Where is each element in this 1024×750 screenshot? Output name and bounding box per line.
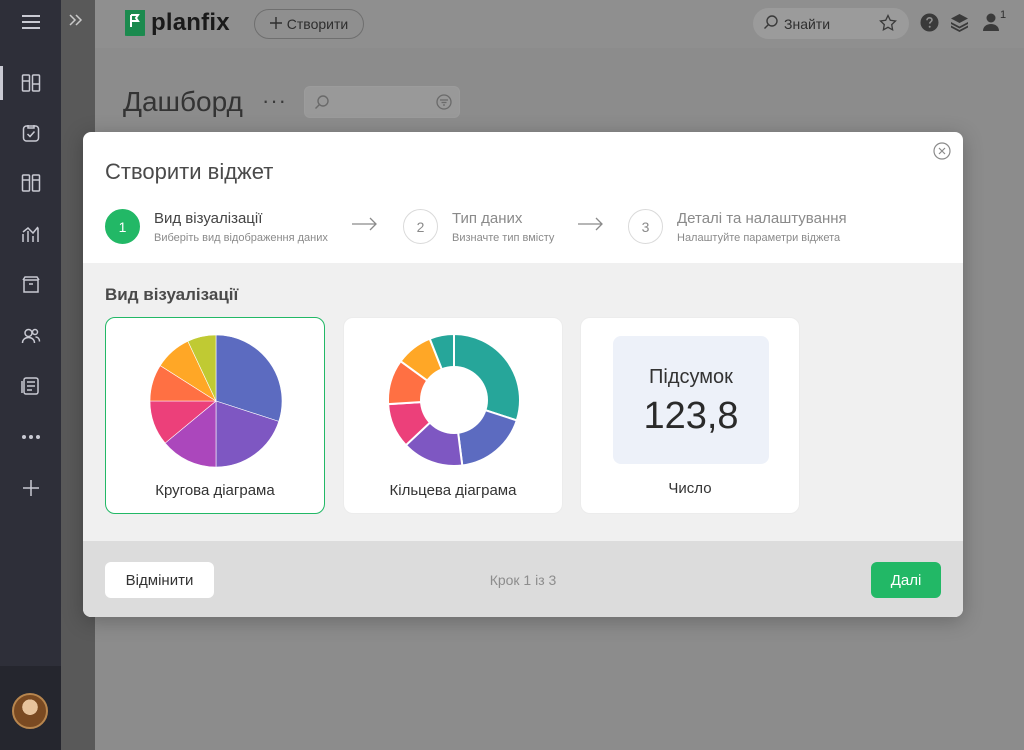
layers-icon[interactable] (950, 13, 969, 37)
step-title: Тип даних (452, 210, 523, 227)
left-rail (0, 0, 61, 750)
page-more-button[interactable]: ··· (262, 88, 287, 114)
dashboard-icon[interactable] (0, 63, 61, 103)
step-counter: Крок 1 із 3 (489, 572, 557, 588)
create-button[interactable]: Створити (254, 9, 364, 39)
step-title: Деталі та налаштування (677, 210, 847, 227)
step-title: Вид візуалізації (154, 210, 263, 227)
close-icon[interactable] (933, 142, 951, 160)
archive-icon[interactable] (0, 265, 61, 305)
arrow-right-icon (352, 217, 378, 236)
donut-chart-icon (387, 332, 521, 467)
plus-icon (269, 16, 282, 32)
section-label: Вид візуалізації (105, 285, 239, 304)
analytics-icon[interactable] (0, 214, 61, 254)
search-label: Знайти (784, 15, 831, 32)
card-label: Кругова діаграма (155, 482, 275, 499)
step-number: 1 (105, 209, 140, 244)
card-label: Кільцева діаграма (389, 482, 517, 499)
notification-count: 1 (1000, 9, 1007, 21)
pie-chart-icon (149, 334, 283, 468)
logo-text: planfix (151, 9, 230, 36)
step-number: 3 (628, 209, 663, 244)
step-description: Визначте тип вмісту (452, 232, 555, 244)
number-card[interactable]: Підсумок 123,8 Число (580, 317, 800, 514)
documents-icon[interactable] (0, 366, 61, 406)
menu-icon[interactable] (0, 2, 61, 42)
user-icon[interactable] (982, 12, 1002, 37)
step-3[interactable]: 3 Деталі та налаштування Налаштуйте пара… (628, 209, 847, 244)
add-icon[interactable] (0, 468, 61, 508)
tasks-icon[interactable] (0, 113, 61, 153)
avatar[interactable] (12, 693, 48, 729)
pie-chart-card[interactable]: Кругова діаграма (105, 317, 325, 514)
step-description: Виберіть вид відображення даних (154, 232, 328, 244)
step-description: Налаштуйте параметри віджета (677, 232, 841, 244)
filter-icon[interactable] (436, 94, 452, 115)
star-icon[interactable] (879, 13, 897, 35)
contacts-icon[interactable] (0, 316, 61, 356)
projects-icon[interactable] (0, 163, 61, 203)
modal-footer: Відмінити Крок 1 із 3 Далі (83, 541, 963, 617)
number-value: 123,8 (643, 395, 739, 437)
create-widget-modal: Створити віджет 1 Вид візуалізації Вибер… (83, 132, 963, 617)
search-icon (314, 94, 330, 115)
stepper: 1 Вид візуалізації Виберіть вид відображ… (105, 209, 945, 249)
expand-icon[interactable] (68, 13, 84, 31)
card-label: Число (668, 480, 712, 497)
visualization-section: Вид візуалізації Кругова діаграма Кільце… (83, 263, 963, 541)
search-icon (763, 14, 779, 33)
donut-hole (420, 366, 488, 434)
next-button[interactable]: Далі (871, 562, 941, 598)
global-search[interactable]: Знайти (753, 8, 909, 39)
donut-chart-card[interactable]: Кільцева діаграма (343, 317, 563, 514)
page-search-input[interactable] (304, 86, 460, 118)
step-number: 2 (403, 209, 438, 244)
number-preview: Підсумок 123,8 (613, 336, 769, 464)
logo-icon (125, 10, 145, 36)
more-icon[interactable] (0, 417, 61, 457)
step-1[interactable]: 1 Вид візуалізації Виберіть вид відображ… (105, 209, 328, 244)
page-title: Дашборд (123, 86, 243, 117)
create-label: Створити (286, 16, 349, 32)
modal-title: Створити віджет (105, 159, 274, 184)
number-caption: Підсумок (649, 366, 733, 388)
step-2[interactable]: 2 Тип даних Визначте тип вмісту (403, 209, 554, 244)
arrow-right-icon (578, 217, 604, 236)
help-icon[interactable] (920, 13, 939, 37)
logo[interactable]: planfix (125, 9, 230, 37)
